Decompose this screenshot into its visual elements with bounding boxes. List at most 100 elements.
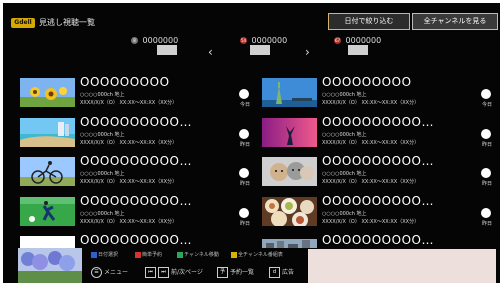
- preview-image: [18, 248, 82, 283]
- program-title: OOOOOOOOOO…: [80, 194, 192, 208]
- reservation-list-label: 予約一覧: [230, 269, 255, 276]
- program-thumbnail: [262, 236, 317, 248]
- reservation-list-control[interactable]: 予予約一覧: [217, 267, 254, 278]
- program-day: 昨日: [481, 221, 492, 227]
- program-title: OOOOOOOOOO…: [322, 115, 434, 129]
- program-day: 昨日: [481, 142, 492, 148]
- chevron-left-icon[interactable]: ‹: [208, 45, 213, 59]
- color-key-red[interactable]: 簡単予約: [135, 251, 162, 258]
- program-channel: ○○○○000ch 地上: [322, 171, 367, 177]
- page-control[interactable]: ⏮ ⏭ 前/次ページ: [145, 267, 203, 278]
- program-time: XXXX/X/X（O） XX:XX〜XX:XX（XX分）: [322, 179, 420, 185]
- program-thumbnail: [262, 157, 317, 186]
- program-select-indicator[interactable]: [239, 89, 249, 99]
- program-time: XXXX/X/X（O） XX:XX〜XX:XX（XX分）: [322, 140, 420, 146]
- channel-tab-1[interactable]: 8 0000000: [131, 36, 178, 45]
- ad-control[interactable]: d 広告: [269, 267, 294, 278]
- program-channel: ○○○○000ch 地上: [80, 92, 125, 98]
- program-time: XXXX/X/X（O） XX:XX〜XX:XX（XX分）: [80, 219, 178, 225]
- program-card[interactable]: OOOOOOOOOO…: [262, 233, 495, 249]
- program-card[interactable]: OOOOOOOOOO… ○○○○000ch 地上 XXXX/X/X（O） XX:…: [262, 154, 495, 188]
- green-key-icon: [177, 251, 183, 258]
- menu-icon: ☰: [91, 267, 102, 278]
- channel-tab-2[interactable]: 54 0000000: [240, 36, 287, 45]
- channel-label: 0000000: [345, 36, 382, 45]
- program-title: OOOOOOOOOO…: [80, 115, 192, 129]
- channel-tab-3[interactable]: 67 0000000: [334, 36, 381, 45]
- program-select-indicator[interactable]: [239, 168, 249, 178]
- program-title: OOOOOOOOOO…: [80, 154, 192, 168]
- channel-number-badge: 8: [131, 37, 138, 44]
- channel-logo-placeholder: [157, 45, 177, 55]
- program-select-indicator[interactable]: [239, 129, 249, 139]
- program-card[interactable]: OOOOOOOOO ○○○○000ch 地上 XXXX/X/X（O） XX:XX…: [262, 75, 495, 109]
- red-key-label: 簡単予約: [142, 252, 163, 258]
- ad-label: 広告: [282, 269, 295, 276]
- ad-box: [308, 249, 496, 283]
- program-title: OOOOOOOOOO…: [80, 233, 192, 247]
- program-title: OOOOOOOOO: [80, 75, 170, 89]
- chevron-right-icon[interactable]: ›: [305, 45, 310, 59]
- program-thumbnail: [20, 157, 75, 186]
- program-select-indicator[interactable]: [481, 168, 491, 178]
- program-time: XXXX/X/X（O） XX:XX〜XX:XX（XX分）: [322, 100, 420, 106]
- color-key-yellow[interactable]: 全チャンネル番組表: [231, 251, 283, 258]
- menu-control[interactable]: ☰ メニュー: [91, 267, 128, 278]
- menu-label: メニュー: [104, 269, 129, 276]
- screen: Gdell 見逃し視聴一覧 日付で絞り込む 全チャンネルを見る 8 000000…: [3, 3, 500, 283]
- program-card[interactable]: OOOOOOOOOO… ○○○○000ch 地上 XXXX/X/X（O） XX:…: [20, 115, 253, 149]
- program-thumbnail: [20, 78, 75, 107]
- program-thumbnail: [20, 118, 75, 147]
- program-card[interactable]: OOOOOOOOOO…: [20, 233, 253, 249]
- program-card[interactable]: OOOOOOOOOO… ○○○○000ch 地上 XXXX/X/X（O） XX:…: [262, 194, 495, 228]
- date-filter-button[interactable]: 日付で絞り込む: [328, 13, 410, 30]
- program-card[interactable]: OOOOOOOOO ○○○○000ch 地上 XXXX/X/X（O） XX:XX…: [20, 75, 253, 109]
- program-title: OOOOOOOOOO…: [322, 233, 434, 247]
- color-key-blue[interactable]: 日付選択: [91, 251, 118, 258]
- program-thumbnail: [20, 197, 75, 226]
- channel-number-badge: 67: [334, 37, 341, 44]
- red-key-icon: [135, 251, 141, 258]
- program-select-indicator[interactable]: [481, 208, 491, 218]
- program-thumbnail: [20, 236, 75, 248]
- program-select-indicator[interactable]: [481, 129, 491, 139]
- program-channel: ○○○○000ch 地上: [322, 132, 367, 138]
- blue-key-label: 日付選択: [98, 252, 119, 258]
- program-channel: ○○○○000ch 地上: [80, 211, 125, 217]
- page-title: 見逃し視聴一覧: [39, 18, 95, 27]
- program-time: XXXX/X/X（O） XX:XX〜XX:XX（XX分）: [322, 219, 420, 225]
- brand-logo: Gdell: [11, 18, 35, 28]
- blue-key-icon: [91, 251, 97, 258]
- program-thumbnail: [262, 78, 317, 107]
- channel-label: 0000000: [142, 36, 179, 45]
- program-title: OOOOOOOOO: [322, 75, 412, 89]
- program-thumbnail: [262, 197, 317, 226]
- program-day: 昨日: [481, 181, 492, 187]
- program-card[interactable]: OOOOOOOOOO… ○○○○000ch 地上 XXXX/X/X（O） XX:…: [20, 154, 253, 188]
- program-channel: ○○○○000ch 地上: [322, 92, 367, 98]
- program-channel: ○○○○000ch 地上: [80, 132, 125, 138]
- program-thumbnail: [262, 118, 317, 147]
- channel-logo-placeholder: [348, 45, 368, 55]
- all-channels-button[interactable]: 全チャンネルを見る: [412, 13, 498, 30]
- program-day: 今日: [481, 102, 492, 108]
- program-select-indicator[interactable]: [239, 208, 249, 218]
- program-day: 昨日: [239, 142, 250, 148]
- channel-label: 0000000: [251, 36, 288, 45]
- program-channel: ○○○○000ch 地上: [322, 211, 367, 217]
- previous-page-icon: ⏮: [145, 267, 156, 278]
- channel-logo-placeholder: [250, 45, 270, 55]
- program-select-indicator[interactable]: [481, 89, 491, 99]
- program-day: 昨日: [239, 181, 250, 187]
- color-key-green[interactable]: チャンネル移動: [177, 251, 219, 258]
- program-card[interactable]: OOOOOOOOOO… ○○○○000ch 地上 XXXX/X/X（O） XX:…: [262, 115, 495, 149]
- program-time: XXXX/X/X（O） XX:XX〜XX:XX（XX分）: [80, 179, 178, 185]
- yellow-key-label: 全チャンネル番組表: [238, 252, 283, 258]
- program-channel: ○○○○000ch 地上: [80, 171, 125, 177]
- program-day: 今日: [239, 102, 250, 108]
- program-title: OOOOOOOOOO…: [322, 154, 434, 168]
- green-key-label: チャンネル移動: [184, 252, 219, 258]
- program-time: XXXX/X/X（O） XX:XX〜XX:XX（XX分）: [80, 140, 178, 146]
- program-card[interactable]: OOOOOOOOOO… ○○○○000ch 地上 XXXX/X/X（O） XX:…: [20, 194, 253, 228]
- yellow-key-icon: [231, 251, 237, 258]
